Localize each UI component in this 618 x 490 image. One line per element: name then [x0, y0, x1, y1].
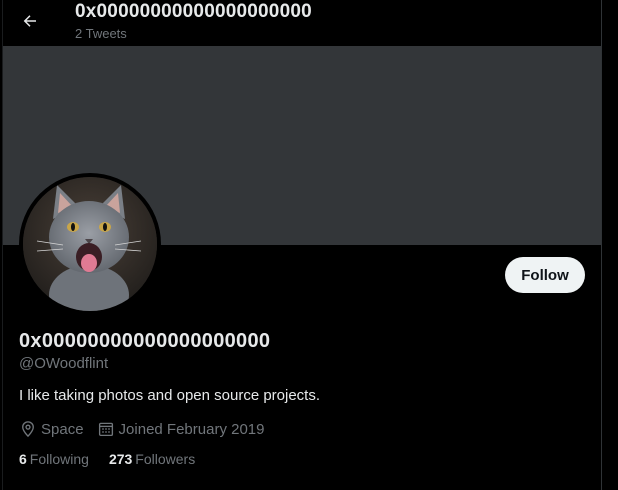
- avatar[interactable]: [19, 173, 161, 315]
- profile-bio: I like taking photos and open source pro…: [19, 387, 321, 404]
- tweet-count: 2 Tweets: [75, 26, 127, 41]
- column-right-border: [601, 0, 602, 490]
- profile-header: 0x00000000000000000000 2 Tweets: [3, 0, 601, 46]
- following-count: 6: [19, 451, 27, 467]
- followers-label: Followers: [135, 451, 196, 467]
- followers-link[interactable]: 273 Followers: [109, 451, 195, 467]
- joined-date: Joined February 2019: [118, 420, 265, 438]
- header-title: 0x00000000000000000000: [75, 1, 312, 22]
- follow-stats: 6 Following 273 Followers: [19, 451, 215, 467]
- followers-count: 273: [108, 451, 133, 467]
- following-link[interactable]: 6 Following: [19, 451, 89, 467]
- display-name: 0x00000000000000000000: [19, 330, 271, 352]
- kitten-image: [23, 177, 157, 311]
- location-pin-icon: [22, 421, 34, 438]
- back-button[interactable]: [13, 4, 47, 38]
- calendar-icon: [98, 422, 113, 437]
- location-text: Space: [41, 420, 84, 438]
- avatar-image: [23, 177, 157, 311]
- follow-button[interactable]: Follow: [505, 257, 585, 293]
- following-label: Following: [29, 451, 89, 467]
- joined-item: Joined February 2019: [97, 420, 265, 438]
- location-item: Space: [19, 420, 84, 438]
- profile-meta: Space Joined February 2019: [19, 418, 277, 440]
- user-handle: @OWoodflint: [19, 355, 109, 372]
- arrow-left-icon: [23, 15, 36, 27]
